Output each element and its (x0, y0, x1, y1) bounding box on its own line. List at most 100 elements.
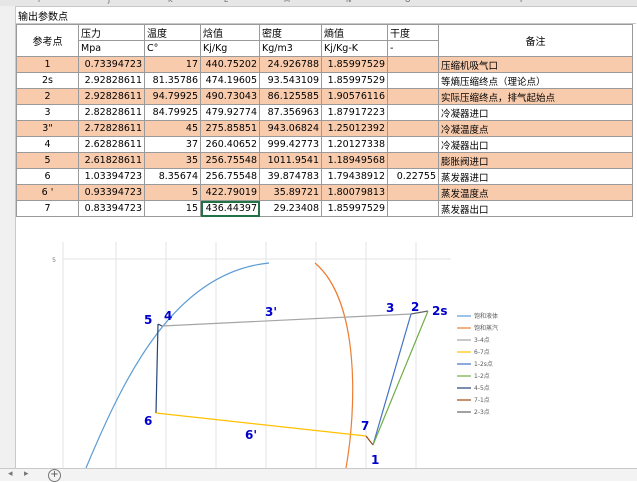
cell-entropy[interactable]: 1.80079813 (321, 184, 388, 201)
header-enthalpy[interactable]: 焓值 (200, 24, 260, 41)
chart-legend[interactable]: 饱和液体 饱和蒸汽 3-4点 6-7点 1-2s点 1-2点 4-5点 7-1点… (457, 312, 498, 416)
cell-quality[interactable] (387, 72, 439, 89)
cell-enthalpy[interactable]: 256.75548 (200, 152, 260, 169)
cell-enthalpy[interactable]: 436.44397 (200, 200, 260, 217)
cell-temperature[interactable]: 8.35674 (144, 168, 201, 185)
cell-enthalpy[interactable]: 422.79019 (200, 184, 260, 201)
cell-entropy[interactable]: 1.20127338 (321, 136, 388, 153)
cell-enthalpy[interactable]: 260.40652 (200, 136, 260, 153)
header-remark[interactable]: 备注 (438, 24, 633, 57)
cell-remark[interactable]: 实际压缩终点，排气起始点 (438, 88, 633, 105)
column-letter-i[interactable]: I (38, 0, 40, 4)
cell-quality[interactable] (387, 136, 439, 153)
row-point[interactable]: 5 (16, 152, 79, 169)
column-letter-l[interactable]: L (224, 0, 228, 4)
cell-enthalpy[interactable]: 275.85851 (200, 120, 260, 137)
cell-enthalpy[interactable]: 490.73043 (200, 88, 260, 105)
cell-temperature[interactable]: 15 (144, 200, 201, 217)
prev-sheet-arrow-icon[interactable]: ◂ (8, 469, 13, 479)
header-ref-point[interactable]: 参考点 (16, 24, 79, 57)
cell-density[interactable]: 93.543109 (259, 72, 322, 89)
cell-quality[interactable] (387, 184, 439, 201)
refrigeration-cycle-chart[interactable]: 5 5 4 3' 3 2 2s 6 6' 7 1 饱和液体 饱和蒸汽 3-4点 … (16, 232, 637, 469)
cell-density[interactable]: 999.42773 (259, 136, 322, 153)
cell-remark[interactable]: 蒸发器进口 (438, 168, 633, 185)
header-pressure[interactable]: 压力 (78, 24, 145, 41)
cell-pressure[interactable]: 0.93394723 (78, 184, 145, 201)
add-sheet-button[interactable]: + (48, 469, 61, 482)
cell-density[interactable]: 24.926788 (259, 56, 322, 73)
sheet-title-row[interactable]: 输出参数点 (16, 7, 636, 24)
cell-pressure[interactable]: 2.92828611 (78, 88, 145, 105)
row-point[interactable]: 7 (16, 200, 79, 217)
cell-temperature[interactable]: 5 (144, 184, 201, 201)
cell-pressure[interactable]: 2.72828611 (78, 120, 145, 137)
cell-pressure[interactable]: 2.62828611 (78, 136, 145, 153)
cell-entropy[interactable]: 1.85997529 (321, 56, 388, 73)
cell-entropy[interactable]: 1.85997529 (321, 72, 388, 89)
unit-entropy[interactable]: Kj/Kg-K (321, 40, 388, 57)
unit-pressure[interactable]: Mpa (78, 40, 145, 57)
cell-entropy[interactable]: 1.25012392 (321, 120, 388, 137)
row-point[interactable]: 1 (16, 56, 79, 73)
row-point[interactable]: 4 (16, 136, 79, 153)
next-sheet-arrow-icon[interactable]: ▸ (24, 469, 29, 479)
cell-enthalpy[interactable]: 479.92774 (200, 104, 260, 121)
column-letter-n[interactable]: N (346, 0, 351, 4)
unit-density[interactable]: Kg/m3 (259, 40, 322, 57)
cell-quality[interactable]: 0.22755 (387, 168, 439, 185)
row-point[interactable]: 2s (16, 72, 79, 89)
cell-remark[interactable]: 蒸发器出口 (438, 200, 633, 217)
cell-temperature[interactable]: 94.79925 (144, 88, 201, 105)
cell-remark[interactable]: 蒸发温度点 (438, 184, 633, 201)
cell-quality[interactable] (387, 200, 439, 217)
cell-density[interactable]: 86.125585 (259, 88, 322, 105)
cell-enthalpy[interactable]: 474.19605 (200, 72, 260, 89)
cell-pressure[interactable]: 0.73394723 (78, 56, 145, 73)
cell-density[interactable]: 39.874783 (259, 168, 322, 185)
cell-quality[interactable] (387, 120, 439, 137)
column-letter-k[interactable]: K (168, 0, 173, 4)
cell-density[interactable]: 943.06824 (259, 120, 322, 137)
cell-density[interactable]: 87.356963 (259, 104, 322, 121)
column-letter-m[interactable]: M (284, 0, 290, 4)
cell-remark[interactable]: 膨胀阀进口 (438, 152, 633, 169)
cell-temperature[interactable]: 37 (144, 136, 201, 153)
cell-enthalpy[interactable]: 256.75548 (200, 168, 260, 185)
row-point[interactable]: 3" (16, 120, 79, 137)
cell-entropy[interactable]: 1.90576116 (321, 88, 388, 105)
header-entropy[interactable]: 熵值 (321, 24, 388, 41)
cell-quality[interactable] (387, 88, 439, 105)
header-quality[interactable]: 干度 (387, 24, 439, 41)
column-letter-j[interactable]: J (108, 0, 110, 4)
cell-remark[interactable]: 冷凝器进口 (438, 104, 633, 121)
column-letter-o[interactable]: O (405, 0, 411, 4)
cell-pressure[interactable]: 0.83394723 (78, 200, 145, 217)
cell-entropy[interactable]: 1.85997529 (321, 200, 388, 217)
cell-temperature[interactable]: 84.79925 (144, 104, 201, 121)
cell-entropy[interactable]: 1.87917223 (321, 104, 388, 121)
cell-quality[interactable] (387, 56, 439, 73)
cell-density[interactable]: 29.23408 (259, 200, 322, 217)
cell-pressure[interactable]: 2.61828611 (78, 152, 145, 169)
cell-entropy[interactable]: 1.79438912 (321, 168, 388, 185)
cell-quality[interactable] (387, 152, 439, 169)
cell-density[interactable]: 1011.9541 (259, 152, 322, 169)
cell-entropy[interactable]: 1.18949568 (321, 152, 388, 169)
cell-temperature[interactable]: 81.35786 (144, 72, 201, 89)
cell-temperature[interactable]: 45 (144, 120, 201, 137)
cell-quality[interactable] (387, 104, 439, 121)
cell-remark[interactable]: 压缩机吸气口 (438, 56, 633, 73)
cell-temperature[interactable]: 35 (144, 152, 201, 169)
cell-pressure[interactable]: 1.03394723 (78, 168, 145, 185)
row-point[interactable]: 6 (16, 168, 79, 185)
cell-remark[interactable]: 等熵压缩终点（理论点） (438, 72, 633, 89)
cell-pressure[interactable]: 2.92828611 (78, 72, 145, 89)
cell-remark[interactable]: 冷凝温度点 (438, 120, 633, 137)
header-temperature[interactable]: 温度 (144, 24, 201, 41)
row-point[interactable]: 6 ' (16, 184, 79, 201)
cell-enthalpy[interactable]: 440.75202 (200, 56, 260, 73)
unit-temperature[interactable]: C° (144, 40, 201, 57)
cell-temperature[interactable]: 17 (144, 56, 201, 73)
cell-pressure[interactable]: 2.82828611 (78, 104, 145, 121)
